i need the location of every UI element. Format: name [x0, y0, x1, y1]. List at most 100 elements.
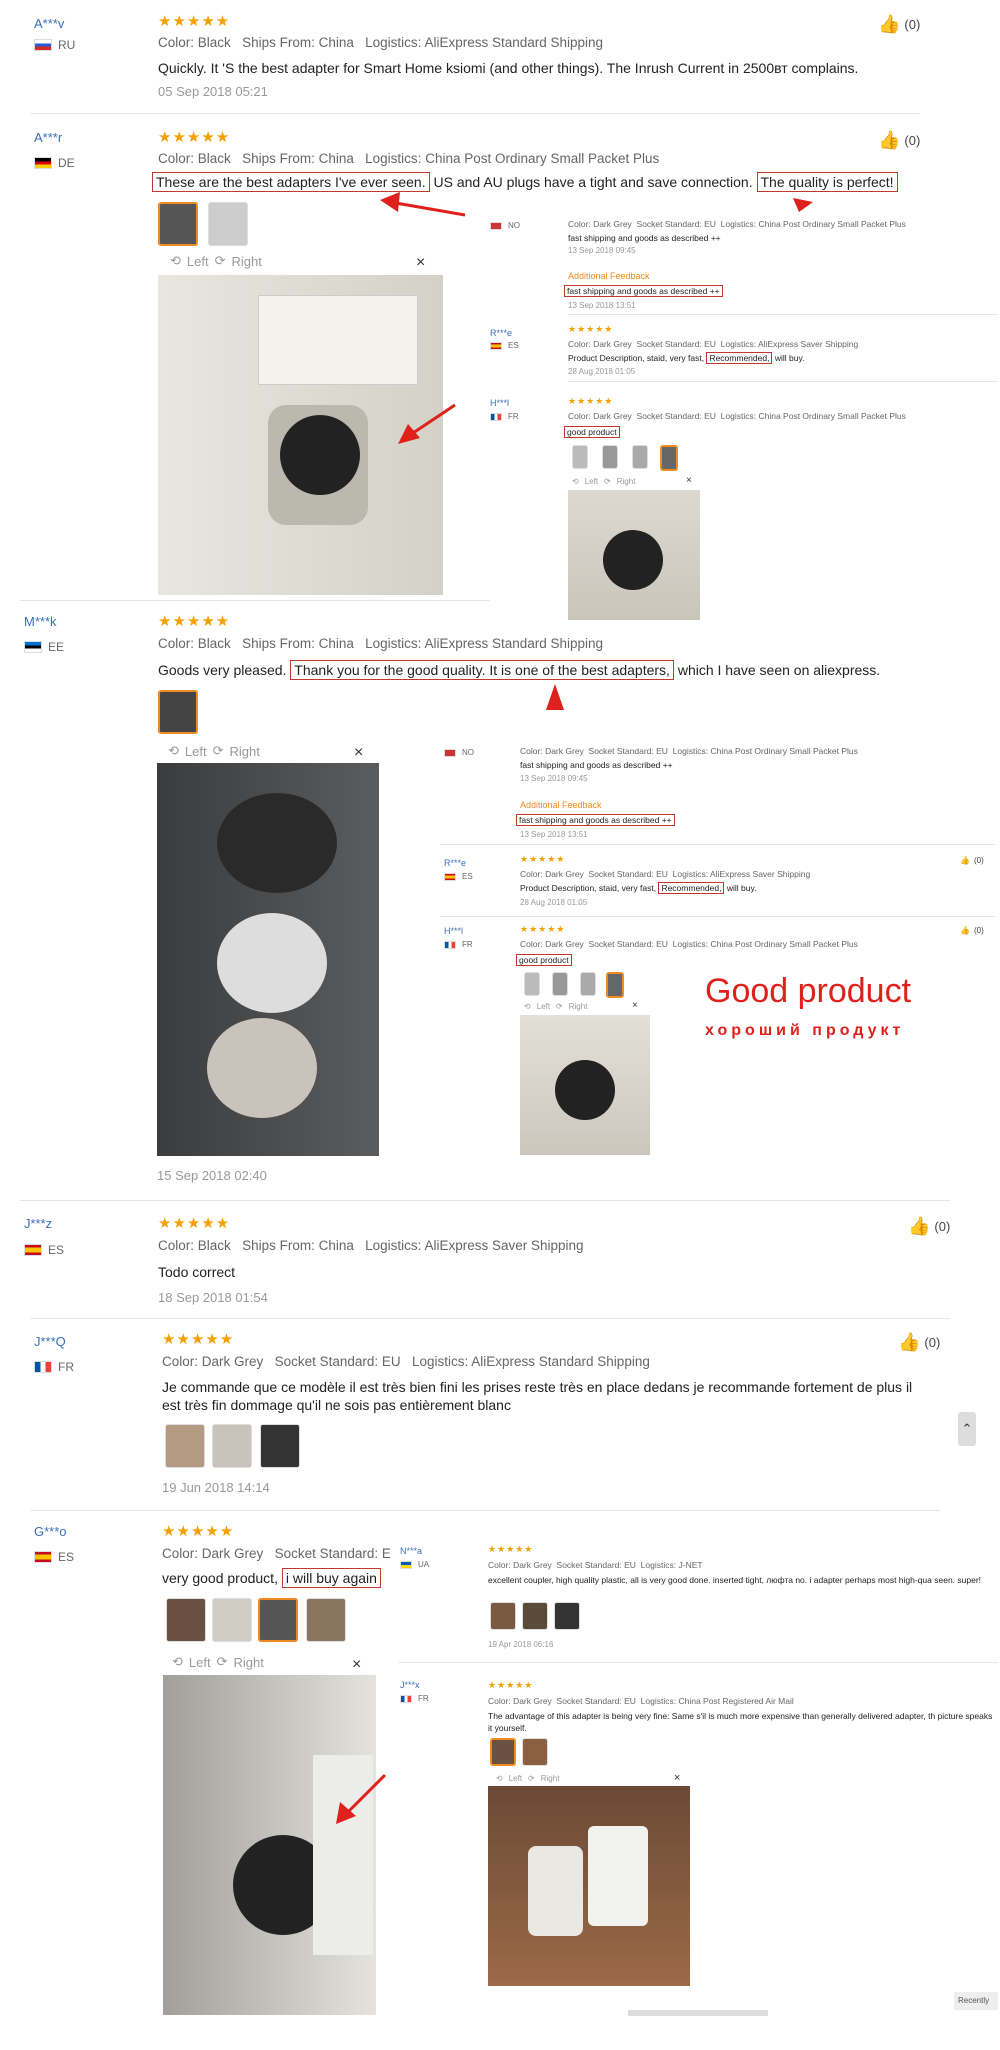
close-icon[interactable]: × — [686, 475, 692, 486]
flag-no-icon — [490, 221, 502, 230]
photo-thumbnail[interactable] — [572, 445, 588, 469]
scroll-to-top-button[interactable]: ⌃ — [958, 1412, 976, 1446]
review-text: Todo correct — [158, 1264, 236, 1280]
flag-no-icon — [444, 748, 456, 757]
photo-thumbnail[interactable] — [522, 1602, 548, 1630]
photo-thumbnail[interactable] — [554, 1602, 580, 1630]
divider — [20, 600, 490, 601]
star-rating: ★★★★★ — [158, 13, 231, 30]
reviewer-name[interactable]: J***z — [24, 1216, 52, 1231]
star-rating: ★★★★★ — [158, 129, 231, 146]
close-icon[interactable]: × — [674, 1772, 680, 1784]
review-meta: Color: Dark Grey Socket Standard: EU Log… — [520, 746, 858, 756]
rotate-right-icon[interactable]: ⟳ — [213, 743, 224, 759]
rotate-right-icon[interactable]: ⟳ — [528, 1774, 535, 1783]
close-icon[interactable]: × — [632, 1000, 638, 1011]
thumbs-up-icon: 👍 — [960, 926, 970, 935]
rotate-right-icon[interactable]: ⟳ — [217, 1654, 228, 1670]
divider — [440, 844, 995, 845]
photo-thumbnail[interactable] — [552, 972, 568, 996]
reviewer-country: NO — [490, 221, 520, 230]
review-photo[interactable] — [163, 1675, 376, 2015]
review-meta: Color: Black Ships From: China Logistics… — [158, 636, 604, 651]
rotate-left-icon[interactable]: ⟲ — [170, 253, 181, 269]
review-text: good product — [564, 426, 620, 438]
divider — [568, 381, 998, 382]
photo-thumbnail[interactable] — [490, 1602, 516, 1630]
overlay-caption-en: Good product — [705, 972, 912, 1010]
embedded-screenshot: NO Color: Dark Grey Socket Standard: EU … — [490, 215, 1000, 625]
review-date: 28 Aug 2018 01:05 — [520, 898, 588, 907]
photo-thumbnail[interactable] — [522, 1738, 548, 1766]
star-rating: ★★★★★ — [162, 1523, 235, 1540]
helpful-button[interactable]: 👍 (0) — [960, 856, 984, 865]
photo-thumbnail[interactable] — [306, 1598, 346, 1642]
helpful-button[interactable]: 👍 (0) — [908, 1216, 950, 1237]
helpful-button[interactable]: 👍 (0) — [898, 1332, 940, 1353]
review-meta: Color: Dark Grey Socket Standard: EU Log… — [568, 339, 859, 349]
review-photo[interactable] — [157, 763, 379, 1156]
photo-thumbnail[interactable] — [632, 445, 648, 469]
recently-tab[interactable]: Recently — [954, 1992, 998, 2010]
reviewer-name[interactable]: R***e — [490, 328, 512, 338]
red-arrow-icon — [398, 403, 456, 444]
scrollbar[interactable] — [628, 2010, 768, 2016]
rotate-left-icon[interactable]: ⟲ — [572, 477, 579, 486]
thumbs-up-icon: 👍 — [960, 856, 970, 865]
photo-thumbnail[interactable] — [166, 1598, 206, 1642]
review-photo[interactable] — [568, 490, 700, 620]
rotate-right-icon[interactable]: ⟳ — [556, 1002, 563, 1011]
photo-thumbnail[interactable] — [212, 1598, 252, 1642]
review-meta: Color: Black Ships From: China Logistics… — [158, 151, 660, 166]
reviewer-country: FR — [400, 1694, 429, 1703]
reviewer-name[interactable]: R***e — [444, 858, 466, 868]
review-meta: Color: Dark Grey Socket Standard: EU Log… — [568, 219, 906, 229]
rotate-left-icon[interactable]: ⟲ — [172, 1654, 183, 1670]
helpful-button[interactable]: 👍 (0) — [878, 130, 920, 151]
close-icon[interactable]: × — [352, 1656, 361, 1674]
chevron-up-icon: ⌃ — [961, 1421, 973, 1436]
rotate-left-icon[interactable]: ⟲ — [168, 743, 179, 759]
close-icon[interactable]: × — [416, 254, 425, 272]
photo-thumbnail[interactable] — [158, 690, 198, 734]
helpful-button[interactable]: 👍 (0) — [878, 14, 920, 35]
review-text: fast shipping and goods as described ++ — [568, 233, 721, 243]
flag-ru-icon — [34, 39, 52, 51]
review-photo[interactable] — [488, 1786, 690, 1986]
photo-thumbnail[interactable] — [606, 972, 624, 998]
star-rating: ★★★★★ — [568, 324, 614, 334]
photo-thumbnail[interactable] — [660, 445, 678, 471]
photo-thumbnail[interactable] — [260, 1424, 300, 1468]
rotate-left-icon[interactable]: ⟲ — [524, 1002, 531, 1011]
photo-thumbnail[interactable] — [602, 445, 618, 469]
helpful-button[interactable]: 👍 (0) — [960, 926, 984, 935]
photo-thumbnail[interactable] — [524, 972, 540, 996]
reviewer-name[interactable]: A***v — [34, 16, 64, 31]
divider — [440, 916, 995, 917]
reviewer-name[interactable]: H***l — [490, 398, 509, 408]
review-text: fast shipping and goods as described ++ — [520, 760, 673, 770]
photo-thumbnail[interactable] — [158, 202, 198, 246]
rotate-right-icon[interactable]: ⟳ — [215, 253, 226, 269]
reviewer-name[interactable]: H***l — [444, 926, 463, 936]
reviewer-name[interactable]: J***x — [400, 1680, 420, 1690]
photo-thumbnail[interactable] — [490, 1738, 516, 1766]
photo-thumbnail[interactable] — [258, 1598, 298, 1642]
reviewer-name[interactable]: J***Q — [34, 1334, 66, 1349]
photo-thumbnail[interactable] — [208, 202, 248, 246]
reviewer-name[interactable]: M***k — [24, 614, 57, 629]
reviewer-name[interactable]: G***o — [34, 1524, 67, 1539]
review-text: The advantage of this adapter is being v… — [488, 1711, 993, 1733]
photo-thumbnail[interactable] — [580, 972, 596, 996]
rotate-right-icon[interactable]: ⟳ — [604, 477, 611, 486]
reviewer-name[interactable]: A***r — [34, 130, 62, 145]
review-photo[interactable] — [520, 1015, 650, 1155]
rotate-left-icon[interactable]: ⟲ — [496, 1774, 503, 1783]
close-icon[interactable]: × — [354, 744, 363, 762]
photo-thumbnail[interactable] — [212, 1424, 252, 1468]
reviewer-country: ES — [24, 1243, 64, 1257]
reviewer-country: DE — [34, 156, 75, 170]
photo-thumbnail[interactable] — [165, 1424, 205, 1468]
viewer-controls: ⟲ Left ⟳ Right — [168, 743, 260, 759]
reviewer-name[interactable]: N***a — [400, 1546, 422, 1556]
